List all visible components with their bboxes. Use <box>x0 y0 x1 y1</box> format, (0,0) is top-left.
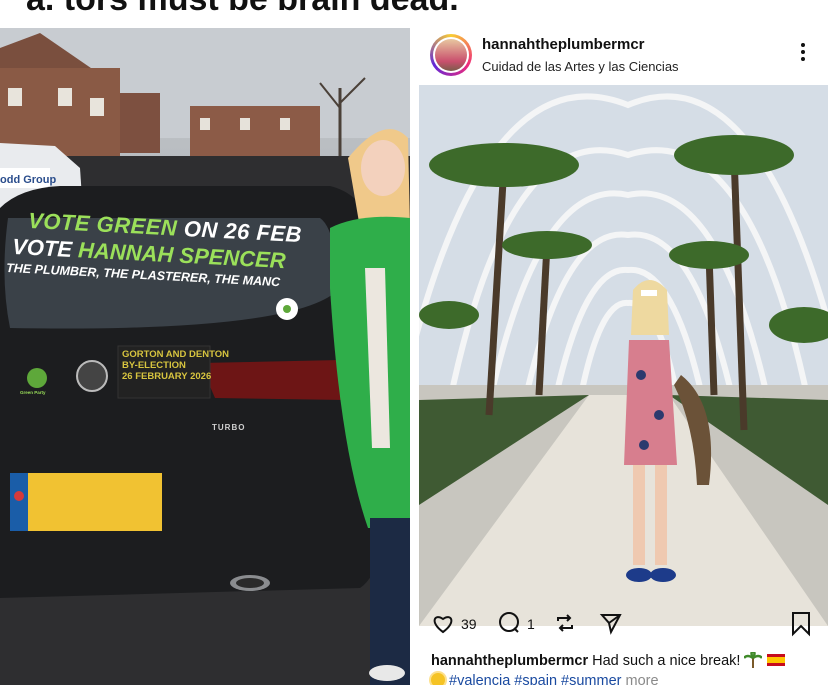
sticker-line2: BY-ELECTION <box>122 360 186 371</box>
spain-flag-icon <box>766 654 785 666</box>
sticker-line1: GORTON AND DENTON <box>122 349 229 360</box>
heart-icon[interactable] <box>431 611 455 637</box>
post-caption: hannahtheplumbermcr Had such a nice brea… <box>431 650 826 669</box>
comment-count[interactable]: 1 <box>527 616 535 632</box>
palm-tree-icon <box>743 650 764 668</box>
van-logo-text: odd Group <box>0 174 57 186</box>
post-header: hannahtheplumbermcr Cuidad de las Artes … <box>419 28 828 83</box>
comment-icon[interactable] <box>497 611 521 637</box>
like-count[interactable]: 39 <box>461 616 477 632</box>
headline-strip: a. tors must be brain dead. <box>0 0 828 26</box>
send-icon[interactable] <box>599 611 623 637</box>
post-username[interactable]: hannahtheplumbermcr <box>482 36 645 53</box>
repost-icon[interactable] <box>553 611 577 637</box>
green-party-logo-label: Green Party <box>20 390 46 395</box>
caption-more-link[interactable]: more <box>626 673 659 685</box>
slogan-vote: VOTE <box>11 233 73 262</box>
valencia-arcade-illustration <box>419 85 828 626</box>
caption-text: Had such a nice break! <box>592 653 741 669</box>
turbo-badge: TURBO <box>212 423 246 432</box>
post-location[interactable]: Cuidad de las Artes y las Ciencias <box>482 59 679 74</box>
election-sticker: GORTON AND DENTON BY-ELECTION 26 FEBRUAR… <box>122 349 229 382</box>
post-hashtags-line: #valencia #spain #summer more <box>431 673 659 685</box>
slogan-date: ON 26 FEB <box>183 216 303 248</box>
caption-username[interactable]: hannahtheplumbermcr <box>431 653 588 669</box>
more-options-icon[interactable] <box>791 40 815 64</box>
post-photo[interactable] <box>419 85 828 626</box>
campaign-car-photo: odd Group VOTE GREEN ON 26 FEB VOTE HANN… <box>0 28 410 685</box>
sticker-line3: 26 FEBRUARY 2026 <box>122 371 212 382</box>
post-hashtags[interactable]: #valencia #spain #summer <box>449 673 621 685</box>
headline: a. tors must be brain dead. <box>26 0 459 19</box>
bookmark-icon[interactable] <box>790 611 812 637</box>
post-actions: 39 1 <box>419 608 828 642</box>
sun-icon <box>431 673 445 685</box>
avatar[interactable] <box>430 34 472 76</box>
instagram-post: hannahtheplumbermcr Cuidad de las Artes … <box>419 28 828 685</box>
